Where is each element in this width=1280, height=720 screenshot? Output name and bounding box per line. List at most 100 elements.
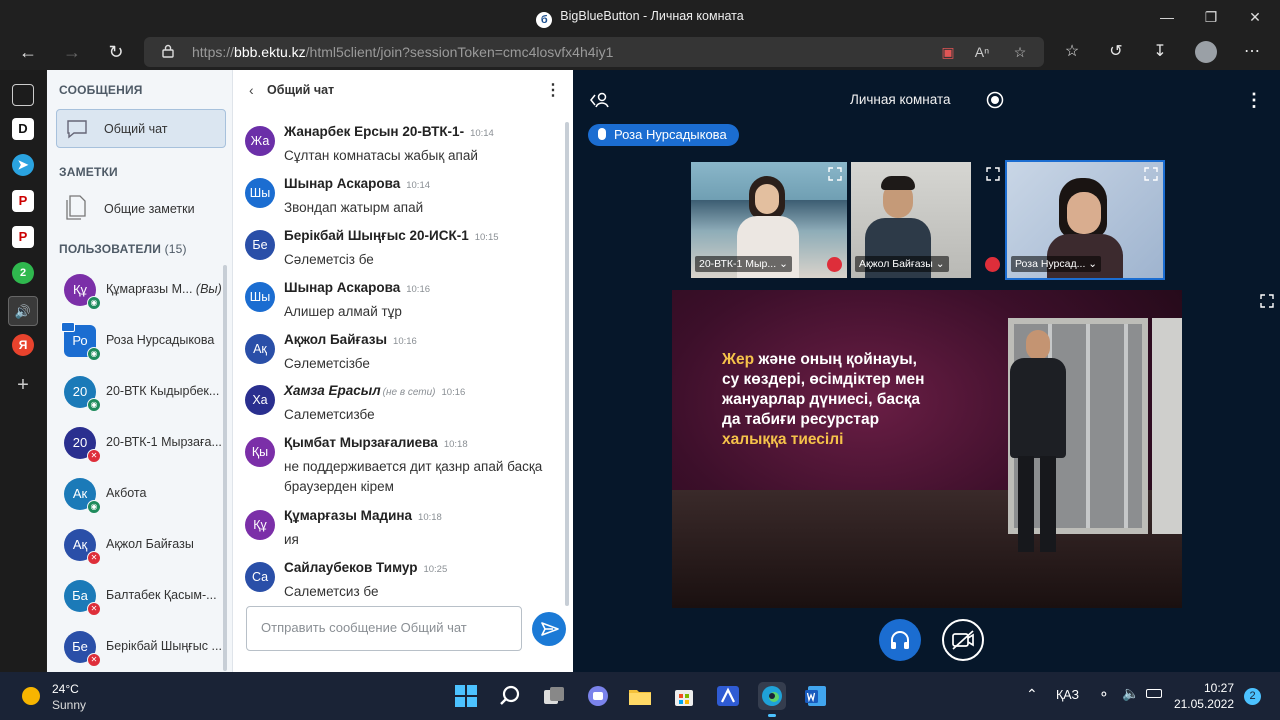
teams-chat-button[interactable]	[584, 682, 612, 710]
user-row[interactable]: 20 ◉ 20-ВТК Кыдырбек...	[47, 368, 233, 418]
refresh-button[interactable]: ↻	[102, 39, 130, 65]
wifi-icon[interactable]: ⚬	[1098, 686, 1110, 703]
sidebar-app-d[interactable]: D	[12, 118, 34, 140]
user-row[interactable]: Ба ✕ Балтабек Қасым-...	[47, 572, 233, 622]
video-tile[interactable]: 20-ВТК-1 Мыр... ⌄	[691, 162, 847, 278]
chevron-left-icon[interactable]: ‹	[249, 82, 254, 98]
history-icon[interactable]: ↺	[1102, 39, 1130, 65]
downloads-icon[interactable]: ↧	[1146, 39, 1174, 65]
yandex-icon[interactable]: Я	[12, 334, 34, 356]
close-window-button[interactable]: ✕	[1240, 6, 1270, 28]
video-user-name-text: 20-ВТК-1 Мыр...	[699, 258, 777, 270]
chat-message: Қы Қымбат Мырзағалиева 10:18 не поддержив…	[233, 431, 563, 503]
favorites-icon[interactable]: ☆	[1058, 39, 1086, 65]
public-chat-item[interactable]: Общий чат	[56, 109, 226, 148]
chat-title[interactable]: Общий чат	[267, 83, 334, 97]
minimize-button[interactable]: —	[1152, 6, 1182, 28]
message-author: Хамза Ерасыл (не в сети) 10:16	[284, 383, 465, 398]
url-text[interactable]: https://bbb.ektu.kz/html5client/join?ses…	[192, 44, 613, 60]
forward-button[interactable]: →	[58, 39, 86, 65]
chat-options-icon[interactable]: ⋮	[545, 80, 561, 100]
notification-badge[interactable]: 2	[1244, 688, 1261, 705]
chat-message: Жа Жанарбек Ерсын 20-ВТК-1- 10:14 Сұлтан …	[233, 120, 563, 170]
chat-message-input[interactable]: Отправить сообщение Общий чат	[246, 606, 522, 651]
message-text: Сәлеметсізбе	[284, 356, 370, 371]
user-row[interactable]: 20 ✕ 20-ВТК-1 Мырзаға...	[47, 419, 233, 469]
message-text: Звондап жатырм апай	[284, 200, 424, 215]
tab-actions-icon[interactable]	[12, 84, 34, 106]
presentation-slide[interactable]: Жер және оның қойнауы, су көздері, өсімд…	[672, 290, 1182, 608]
add-favorite-icon[interactable]: ☆	[1008, 41, 1032, 63]
battery-icon[interactable]	[1146, 689, 1162, 698]
userlist-scrollbar[interactable]	[223, 265, 227, 671]
slide-line: Жер және оның қойнауы,	[722, 350, 972, 370]
profile-avatar[interactable]	[1192, 39, 1220, 65]
sidebar-app-p1[interactable]: P	[12, 190, 34, 212]
add-sidebar-app-icon[interactable]: +	[12, 374, 34, 396]
talking-indicator: Роза Нурсадыкова	[588, 124, 739, 146]
edge-browser-button[interactable]	[758, 682, 786, 717]
speaker-icon[interactable]: 🔊	[8, 296, 38, 326]
recording-icon[interactable]	[986, 91, 1004, 109]
options-menu-icon[interactable]: ⋮	[1245, 90, 1263, 111]
app-button[interactable]	[714, 682, 742, 710]
presenter-icon	[61, 322, 75, 332]
folder-icon	[629, 690, 651, 705]
message-text: ия	[284, 532, 299, 547]
read-aloud-icon[interactable]: Aⁿ	[970, 41, 994, 63]
search-button[interactable]	[496, 682, 524, 710]
headphones-icon: ◉	[87, 296, 101, 310]
word-button[interactable]	[802, 682, 830, 710]
volume-icon[interactable]: 🔈	[1122, 685, 1139, 702]
video-tile[interactable]: Роза Нурсад... ⌄	[1005, 160, 1165, 280]
expand-icon[interactable]	[985, 166, 1001, 182]
windows-icon	[455, 685, 477, 707]
back-button[interactable]: ←	[14, 39, 42, 65]
expand-icon[interactable]	[1143, 166, 1159, 182]
address-bar[interactable]: https://bbb.ektu.kz/html5client/join?ses…	[144, 37, 1044, 67]
fullscreen-icon[interactable]	[1259, 293, 1275, 309]
chat-scrollbar[interactable]	[565, 122, 569, 606]
input-language[interactable]: ҚАЗ	[1056, 688, 1079, 702]
shared-notes-item[interactable]: Общие заметки	[56, 188, 226, 226]
expand-icon[interactable]	[827, 166, 843, 182]
chevron-up-icon[interactable]: ⌃	[1026, 686, 1038, 703]
you-label: (Вы)	[195, 282, 222, 296]
user-row[interactable]: Бе ✕ Берікбай Шыңғыс ...	[47, 623, 233, 673]
slide-line-text: және оның қойнауы,	[754, 351, 917, 368]
chat-header: ‹ Общий чат ⋮	[233, 70, 573, 112]
slide-line: халыққа тиесілі	[722, 431, 844, 448]
telegram-icon[interactable]: ➤	[12, 154, 34, 176]
settings-more-icon[interactable]: ⋯	[1238, 39, 1266, 65]
author-name: Шынар Аскарова	[284, 280, 401, 295]
sidebar-app-2[interactable]: 2	[12, 262, 34, 284]
sidebar-app-p2[interactable]: P	[12, 226, 34, 248]
microsoft-store-button[interactable]	[670, 682, 698, 710]
avatar: Ха	[245, 385, 275, 415]
camera-off-icon	[952, 630, 974, 650]
toggle-userlist-icon[interactable]	[589, 90, 611, 110]
chat-message: Құ Құмарғазы Мадина 10:18 ия	[233, 504, 563, 554]
camera-button[interactable]	[942, 619, 984, 661]
store-icon	[675, 690, 693, 706]
user-row[interactable]: Ак ◉ Акбота	[47, 470, 233, 520]
video-tile[interactable]: Ақжол Байғазы ⌄	[851, 162, 971, 278]
message-text: Салеметсиз бе	[284, 584, 379, 599]
maximize-button[interactable]: ❐	[1196, 6, 1226, 28]
user-row[interactable]: Құ ◉ Құмарғазы М... (Вы)	[47, 266, 233, 316]
audio-button[interactable]	[879, 619, 921, 661]
mic-muted-icon: ✕	[87, 551, 101, 565]
task-view-button[interactable]	[540, 682, 568, 710]
send-message-button[interactable]	[532, 612, 566, 646]
message-text: Салеметсизбе	[284, 407, 375, 422]
start-button[interactable]	[452, 682, 480, 710]
camera-in-use-icon[interactable]: ▣	[936, 41, 960, 63]
notes-header: ЗАМЕТКИ	[59, 165, 118, 179]
user-name: 20-ВТК Кыдырбек...	[106, 384, 220, 398]
clock-time[interactable]: 10:27	[1172, 681, 1234, 695]
user-row[interactable]: Ақ ✕ Ақжол Байғазы	[47, 521, 233, 571]
user-name: Ақжол Байғазы	[106, 537, 194, 551]
clock-date[interactable]: 21.05.2022	[1164, 697, 1234, 711]
file-explorer-button[interactable]	[626, 682, 654, 710]
user-row[interactable]: Ро ◉ Роза Нурсадыкова	[47, 317, 233, 367]
